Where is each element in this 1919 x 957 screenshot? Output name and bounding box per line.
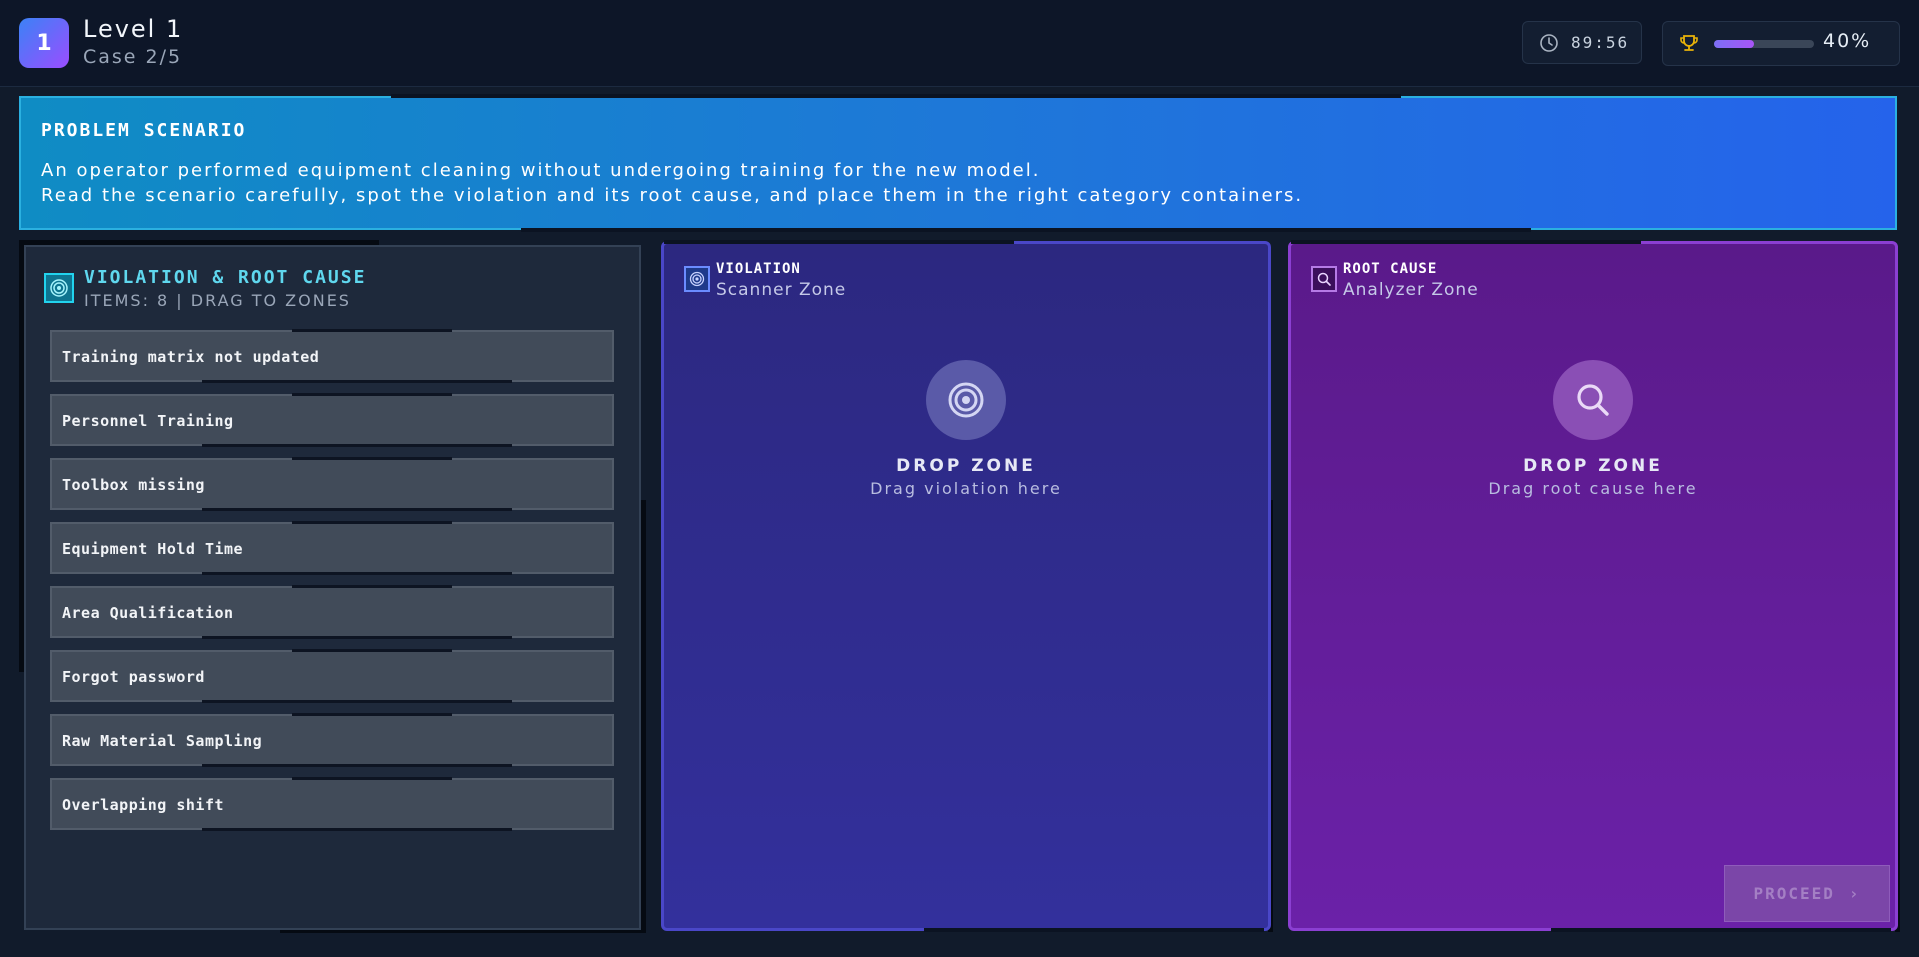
item-label: Training matrix not updated <box>62 348 320 366</box>
target-icon <box>44 273 74 303</box>
proceed-label: PROCEED <box>1753 884 1835 903</box>
timer: 89:56 <box>1522 21 1642 64</box>
progress-label: 40% <box>1823 30 1872 52</box>
root-cause-zone-label: ROOT CAUSE <box>1343 261 1438 277</box>
root-cause-zone-sublabel: Analyzer Zone <box>1343 280 1479 300</box>
progress-bar-fill <box>1714 40 1754 48</box>
draggable-item[interactable]: Toolbox missing <box>50 457 614 511</box>
draggable-item[interactable]: Raw Material Sampling <box>50 713 614 767</box>
drop-zone-title: DROP ZONE <box>896 456 1036 476</box>
items-panel: VIOLATION & ROOT CAUSE ITEMS: 8 | DRAG T… <box>24 245 641 930</box>
draggable-item[interactable]: Equipment Hold Time <box>50 521 614 575</box>
item-label: Overlapping shift <box>62 796 225 814</box>
drop-zone-hint: Drag root cause here <box>1488 479 1698 498</box>
target-icon <box>926 360 1006 440</box>
scenario-description: An operator performed equipment cleaning… <box>41 160 1041 181</box>
violation-zone-sublabel: Scanner Zone <box>716 280 847 300</box>
draggable-item[interactable]: Forgot password <box>50 649 614 703</box>
search-icon <box>1311 266 1337 292</box>
score-progress: 40% <box>1662 21 1900 66</box>
target-icon <box>684 266 710 292</box>
scenario-title: PROBLEM SCENARIO <box>41 120 247 141</box>
item-label: Forgot password <box>62 668 205 686</box>
drop-zone-hint: Drag violation here <box>870 479 1062 498</box>
search-icon <box>1553 360 1633 440</box>
items-panel-title: VIOLATION & ROOT CAUSE <box>84 267 367 288</box>
chevron-right-icon: › <box>1848 884 1861 903</box>
level-badge: 1 <box>19 18 69 68</box>
item-label: Raw Material Sampling <box>62 732 263 750</box>
draggable-item[interactable]: Overlapping shift <box>50 777 614 831</box>
case-counter: Case 2/5 <box>83 46 183 68</box>
violation-drop-zone[interactable]: VIOLATION Scanner Zone DROP ZONE Drag vi… <box>661 240 1271 932</box>
draggable-item[interactable]: Area Qualification <box>50 585 614 639</box>
scenario-instructions: Read the scenario carefully, spot the vi… <box>41 185 1304 206</box>
draggable-item[interactable]: Personnel Training <box>50 393 614 447</box>
level-title: Level 1 <box>83 15 184 43</box>
top-bar: 1 Level 1 Case 2/5 89:56 40% <box>0 0 1919 87</box>
proceed-button[interactable]: PROCEED › <box>1724 865 1890 922</box>
draggable-item[interactable]: Training matrix not updated <box>50 329 614 383</box>
item-label: Equipment Hold Time <box>62 540 244 558</box>
violation-zone-label: VIOLATION <box>716 261 801 277</box>
root-cause-drop-zone[interactable]: ROOT CAUSE Analyzer Zone DROP ZONE Drag … <box>1288 240 1898 932</box>
item-label: Area Qualification <box>62 604 234 622</box>
drop-zone-title: DROP ZONE <box>1523 456 1663 476</box>
progress-bar <box>1714 40 1814 48</box>
timer-value: 89:56 <box>1571 33 1630 52</box>
item-label: Personnel Training <box>62 412 234 430</box>
trophy-icon <box>1680 35 1698 51</box>
clock-icon <box>1540 33 1558 52</box>
problem-scenario-banner: PROBLEM SCENARIO An operator performed e… <box>19 94 1897 232</box>
item-label: Toolbox missing <box>62 476 205 494</box>
items-panel-subtitle: ITEMS: 8 | DRAG TO ZONES <box>84 291 351 310</box>
